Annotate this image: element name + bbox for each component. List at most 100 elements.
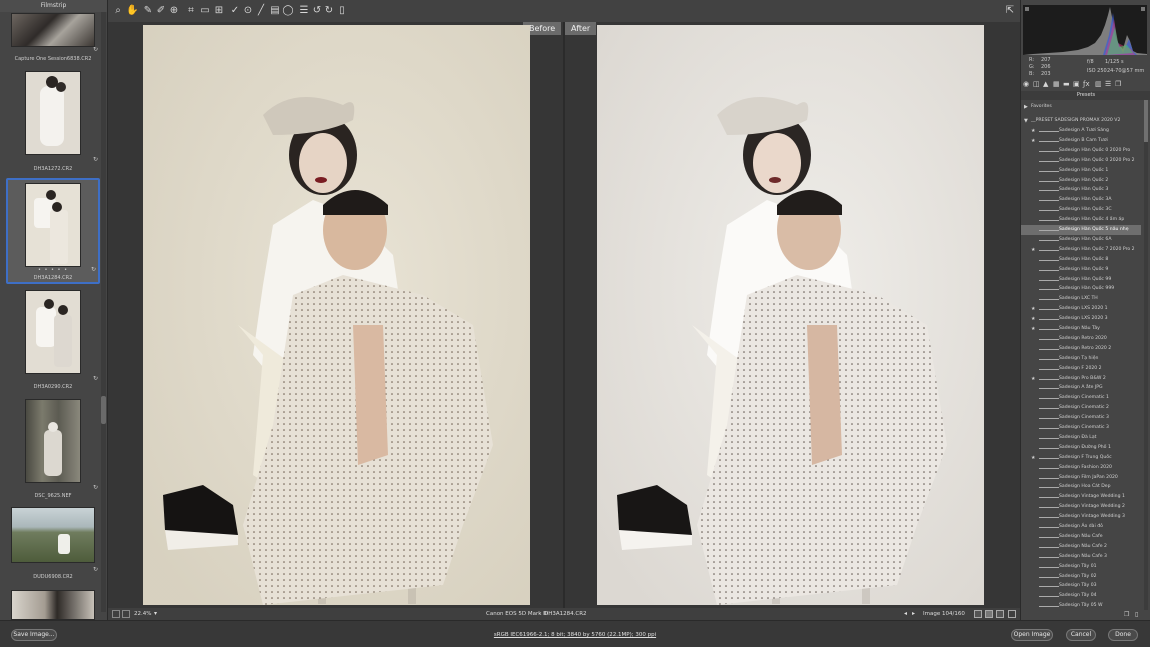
toggle-preview-icon[interactable] <box>1008 610 1016 618</box>
preset-item[interactable]: Sadesign Vintage Wedding 2 <box>1021 502 1141 512</box>
filmstrip-item[interactable]: DH3A0290.CR2 ↻ <box>6 287 100 393</box>
detail-tab-icon[interactable]: ▲ <box>1043 80 1048 88</box>
preset-item[interactable]: ★ Sadesign B Cam Tươi <box>1021 136 1141 146</box>
filmstrip-item[interactable] <box>6 588 100 620</box>
preset-item[interactable]: Sadesign Tây 01 <box>1021 562 1141 572</box>
preset-item[interactable]: Sadesign Hàn Quốc 999 <box>1021 284 1141 294</box>
scrollbar-thumb[interactable] <box>1144 100 1148 142</box>
adjustment-brush-icon[interactable]: ╱ <box>255 5 267 17</box>
preset-item[interactable]: ★ Sadesign LXS 2020 1 <box>1021 304 1141 314</box>
split-toning-tab-icon[interactable]: ▬ <box>1063 80 1070 88</box>
swap-icon[interactable] <box>985 610 993 618</box>
preset-item[interactable]: Sadesign Nâu Cafe 3 <box>1021 552 1141 562</box>
graduated-filter-icon[interactable]: ▤ <box>269 5 281 17</box>
chevron-down-icon[interactable]: ▾ <box>154 608 157 620</box>
favorite-star-icon[interactable]: ★ <box>1031 314 1035 324</box>
workflow-options-link[interactable]: sRGB IEC61966-2.1; 8 bit; 3840 by 5760 (… <box>0 632 1150 638</box>
preset-item-selected[interactable]: Sadesign Hàn Quốc 5 nâu nhẹ <box>1021 225 1141 235</box>
spot-removal-icon[interactable]: ✓ <box>229 5 241 17</box>
open-image-button[interactable]: Open Image <box>1011 629 1053 641</box>
white-balance-icon[interactable]: ✎ <box>142 5 154 17</box>
preset-item[interactable]: Sadesign Hàn Quốc 3C <box>1021 205 1141 215</box>
filmstrip-item[interactable]: Capture One Session6838.CR2 ↻ <box>6 12 100 66</box>
preset-item[interactable]: Sadesign Hàn Quốc 3A <box>1021 195 1141 205</box>
preset-item[interactable]: Sadesign Film JaPan 2020 <box>1021 473 1141 483</box>
favorite-star-icon[interactable]: ★ <box>1031 304 1035 314</box>
favorite-star-icon[interactable]: ★ <box>1031 374 1035 384</box>
red-eye-icon[interactable]: ⊙ <box>242 5 254 17</box>
snapshots-tab-icon[interactable]: ❐ <box>1115 80 1121 88</box>
lens-tab-icon[interactable]: ▣ <box>1073 80 1080 88</box>
preset-item[interactable]: Sadesign Cinematic 3 <box>1021 413 1141 423</box>
preset-item[interactable]: Sadesign Tạ hiện <box>1021 354 1141 364</box>
target-adjust-icon[interactable]: ⊕ <box>168 5 180 17</box>
preset-item[interactable]: Sadesign Vintage Wedding 1 <box>1021 492 1141 502</box>
preset-item[interactable]: Sadesign Hàn Quốc 0 2020 Pro <box>1021 146 1141 156</box>
after-label[interactable]: After <box>565 22 597 35</box>
preview-canvas[interactable]: Before After <box>108 22 1020 608</box>
new-preset-icon[interactable]: ❐ <box>1124 611 1129 618</box>
trash-icon[interactable]: ▯ <box>336 5 348 17</box>
preset-item[interactable]: ★ Sadesign Nâu Tây <box>1021 324 1141 334</box>
preset-item[interactable]: Sadesign Retro 2020 <box>1021 334 1141 344</box>
favorites-folder[interactable]: ▶ Favorites <box>1021 102 1141 112</box>
preset-item[interactable]: ★ Sadesign A Tươi Sáng <box>1021 126 1141 136</box>
filmstrip-item[interactable]: DSC_9625.NEF ↻ <box>6 396 100 502</box>
favorite-star-icon[interactable]: ★ <box>1031 453 1035 463</box>
favorite-star-icon[interactable]: ★ <box>1031 324 1035 334</box>
view-mode-icon[interactable] <box>974 610 982 618</box>
preset-item[interactable]: Sadesign A ắte JPG <box>1021 383 1141 393</box>
preset-item[interactable]: Sadesign Retro 2020 2 <box>1021 344 1141 354</box>
preset-item[interactable]: Sadesign Nâu Cafe 2 <box>1021 542 1141 552</box>
copy-settings-icon[interactable] <box>996 610 1004 618</box>
preset-item[interactable]: Sadesign Tây 04 <box>1021 591 1141 601</box>
preset-item[interactable]: Sadesign Fashion 2020 <box>1021 463 1141 473</box>
favorite-star-icon[interactable]: ★ <box>1031 136 1035 146</box>
filmstrip-item-selected[interactable]: • • • • • DH3A1284.CR2 ↻ <box>6 178 100 284</box>
rotate-left-icon[interactable]: ↺ <box>311 5 323 17</box>
preset-item[interactable]: Sadesign Tây 05 W <box>1021 601 1141 610</box>
rotate-right-icon[interactable]: ↻ <box>323 5 335 17</box>
cancel-button[interactable]: Cancel <box>1066 629 1096 641</box>
scrollbar-thumb[interactable] <box>101 396 106 424</box>
zoom-in-icon[interactable] <box>122 610 130 618</box>
preset-item[interactable]: Sadesign Hàn Quốc 4 ấm áp <box>1021 215 1141 225</box>
preset-item[interactable]: Sadesign Tây 02 <box>1021 572 1141 582</box>
calibration-tab-icon[interactable]: ▥ <box>1095 80 1102 88</box>
next-image-icon[interactable]: ▸ <box>912 608 915 620</box>
preset-item[interactable]: Sadesign Vintage Wedding 3 <box>1021 512 1141 522</box>
zoom-out-icon[interactable] <box>112 610 120 618</box>
preset-scrollbar[interactable] <box>1144 100 1148 610</box>
zoom-level[interactable]: 22.4% <box>134 608 151 620</box>
hsl-tab-icon[interactable]: ▦ <box>1053 80 1060 88</box>
preset-item[interactable]: Sadesign Cinematic 2 <box>1021 403 1141 413</box>
preset-item[interactable]: Sadesign Nâu Cafe <box>1021 532 1141 542</box>
preset-item[interactable]: Sadesign Hàn Quốc 0 2020 Pro 2 <box>1021 156 1141 166</box>
preset-item[interactable]: Sadesign Hàn Quốc 8 <box>1021 255 1141 265</box>
zoom-icon[interactable]: ⌕ <box>112 5 124 17</box>
done-button[interactable]: Done <box>1108 629 1138 641</box>
crop-icon[interactable]: ⌗ <box>185 5 197 17</box>
fullscreen-icon[interactable]: ⇱ <box>1004 5 1016 17</box>
preset-item[interactable]: ★ Sadesign F Trung Quốc <box>1021 453 1141 463</box>
preset-item[interactable]: Sadesign Tây 03 <box>1021 581 1141 591</box>
filmstrip-scrollbar[interactable] <box>101 12 106 612</box>
preset-item[interactable]: Sadesign F 2020 2 <box>1021 364 1141 374</box>
preset-item[interactable]: Sadesign Hàn Quốc 9 <box>1021 265 1141 275</box>
preset-item[interactable]: Sadesign Cinematic 1 <box>1021 393 1141 403</box>
preset-item[interactable]: ★ Sadesign Hàn Quốc 7 2020 Pro 2 <box>1021 245 1141 255</box>
favorite-star-icon[interactable]: ★ <box>1031 245 1035 255</box>
preset-item[interactable]: Sadesign Hoa Cát Dep <box>1021 482 1141 492</box>
before-after-divider[interactable] <box>563 22 565 608</box>
presets-tab-icon[interactable]: ☰ <box>1105 80 1111 88</box>
delete-preset-icon[interactable]: ▯ <box>1135 611 1138 618</box>
preset-item[interactable]: Sadesign Hàn Quốc 99 <box>1021 275 1141 285</box>
transform-icon[interactable]: ⊞ <box>213 5 225 17</box>
filmstrip-item[interactable]: DUDU6908.CR2 ↻ <box>6 504 100 584</box>
rating-stars[interactable]: • • • • • <box>8 267 98 273</box>
preset-item[interactable]: Sadesign Áo dài đỏ <box>1021 522 1141 532</box>
color-sampler-icon[interactable]: ✐ <box>155 5 167 17</box>
preset-group[interactable]: ▼ __PRESET SADESIGN PROMAX 2020 V2 <box>1021 116 1141 126</box>
effects-tab-icon[interactable]: ƒx <box>1083 80 1090 88</box>
radial-filter-icon[interactable]: ◯ <box>282 5 294 17</box>
